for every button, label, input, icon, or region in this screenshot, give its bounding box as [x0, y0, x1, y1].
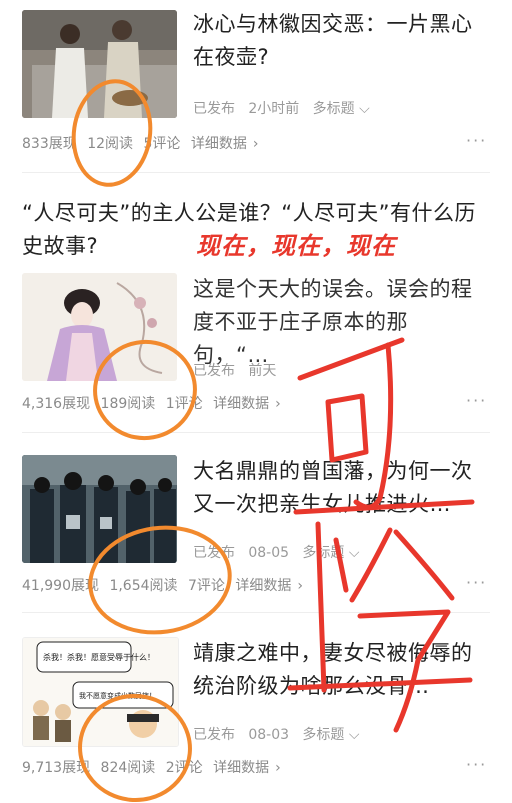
publish-time: 08-05	[248, 545, 290, 561]
couple-photo-image	[22, 10, 177, 118]
divider	[22, 432, 490, 433]
article-1-title[interactable]: 冰心与林徽因交恶：一片黑心在夜壶?	[193, 12, 473, 69]
more-options-icon[interactable]: ···	[466, 131, 487, 150]
comic-bubble-bottom: 我不愿意变成少数民族！	[79, 691, 156, 700]
article-4-title[interactable]: 靖康之难中，妻女尽被侮辱的统治阶级为啥那么没骨…	[193, 641, 473, 698]
article-4-stats: 9,713展现 824阅读 2评论 详细数据 ›	[22, 757, 287, 777]
comments-count: 2评论	[165, 760, 203, 776]
article-3-title[interactable]: 大名鼎鼎的曾国藩，为何一次又一次把亲生女儿推进火…	[193, 459, 473, 516]
more-options-icon[interactable]: ···	[466, 391, 487, 410]
reads-count: 12阅读	[87, 136, 134, 152]
details-link[interactable]: 详细数据	[235, 578, 291, 594]
impressions-count: 9,713展现	[22, 760, 91, 776]
qing-officials-image	[22, 455, 177, 563]
more-options-icon[interactable]: ···	[466, 755, 487, 774]
chevron-down-icon[interactable]: ⌵	[344, 727, 360, 743]
impressions-count: 833展现	[22, 136, 77, 152]
chevron-right-icon[interactable]: ›	[275, 396, 281, 412]
article-2-thumbnail[interactable]	[22, 273, 177, 381]
chevron-right-icon[interactable]: ›	[253, 136, 259, 152]
impressions-count: 4,316展现	[22, 396, 91, 412]
chevron-right-icon[interactable]: ›	[275, 760, 281, 776]
article-3-stats: 41,990展现 1,654阅读 7评论 详细数据 ›	[22, 575, 309, 595]
article-2-stats: 4,316展现 189阅读 1评论 详细数据 ›	[22, 393, 287, 413]
chevron-right-icon[interactable]: ›	[297, 578, 303, 594]
details-link[interactable]: 详细数据	[191, 136, 247, 152]
comments-count: 7评论	[188, 578, 225, 594]
more-options-icon[interactable]: ···	[466, 573, 487, 592]
red-caption-annotation: 现在，现在，现在	[196, 232, 396, 260]
article-3-thumbnail[interactable]	[22, 455, 177, 563]
publish-time: 2小时前	[248, 101, 300, 117]
multi-title-dropdown[interactable]: 多标题	[302, 727, 344, 743]
article-2-meta: 已发布 前天	[193, 360, 276, 380]
article-4-meta: 已发布 08-03 多标题 ⌵	[193, 724, 359, 744]
divider	[22, 612, 490, 613]
article-1-thumbnail[interactable]	[22, 10, 177, 118]
publish-status: 已发布	[193, 363, 235, 379]
divider	[22, 172, 490, 173]
multi-title-dropdown[interactable]: 多标题	[302, 545, 344, 561]
comic-bubble-top: 杀我！杀我！愿意受辱于什么！	[43, 652, 155, 662]
details-link[interactable]: 详细数据	[213, 396, 269, 412]
reads-count: 1,654阅读	[109, 578, 178, 594]
reads-count: 189阅读	[100, 396, 156, 412]
comic-image: 杀我！杀我！愿意受辱于什么！ 我不愿意变成少数民族！	[23, 638, 178, 746]
publish-time: 08-03	[248, 727, 290, 743]
comments-count: 1评论	[165, 396, 203, 412]
multi-title-dropdown[interactable]: 多标题	[313, 101, 355, 117]
painting-lady-image	[22, 273, 177, 381]
publish-status: 已发布	[193, 101, 235, 117]
publish-status: 已发布	[193, 727, 235, 743]
chevron-down-icon[interactable]: ⌵	[355, 101, 370, 117]
article-2-summary: 这是个天大的误会。误会的程度不亚于庄子原本的那句，“…	[193, 277, 473, 367]
article-3-meta: 已发布 08-05 多标题 ⌵	[193, 542, 359, 562]
comments-count: 5评论	[143, 136, 181, 152]
article-1-stats: 833展现 12阅读 5评论 详细数据 ›	[22, 133, 264, 153]
chevron-down-icon[interactable]: ⌵	[344, 545, 360, 561]
impressions-count: 41,990展现	[22, 578, 99, 594]
publish-time: 前天	[248, 363, 277, 379]
reads-count: 824阅读	[100, 760, 156, 776]
publish-status: 已发布	[193, 545, 235, 561]
article-4-thumbnail[interactable]: 杀我！杀我！愿意受辱于什么！ 我不愿意变成少数民族！	[22, 637, 179, 747]
details-link[interactable]: 详细数据	[213, 760, 269, 776]
article-1-meta: 已发布 2小时前 多标题 ⌵	[193, 98, 370, 118]
